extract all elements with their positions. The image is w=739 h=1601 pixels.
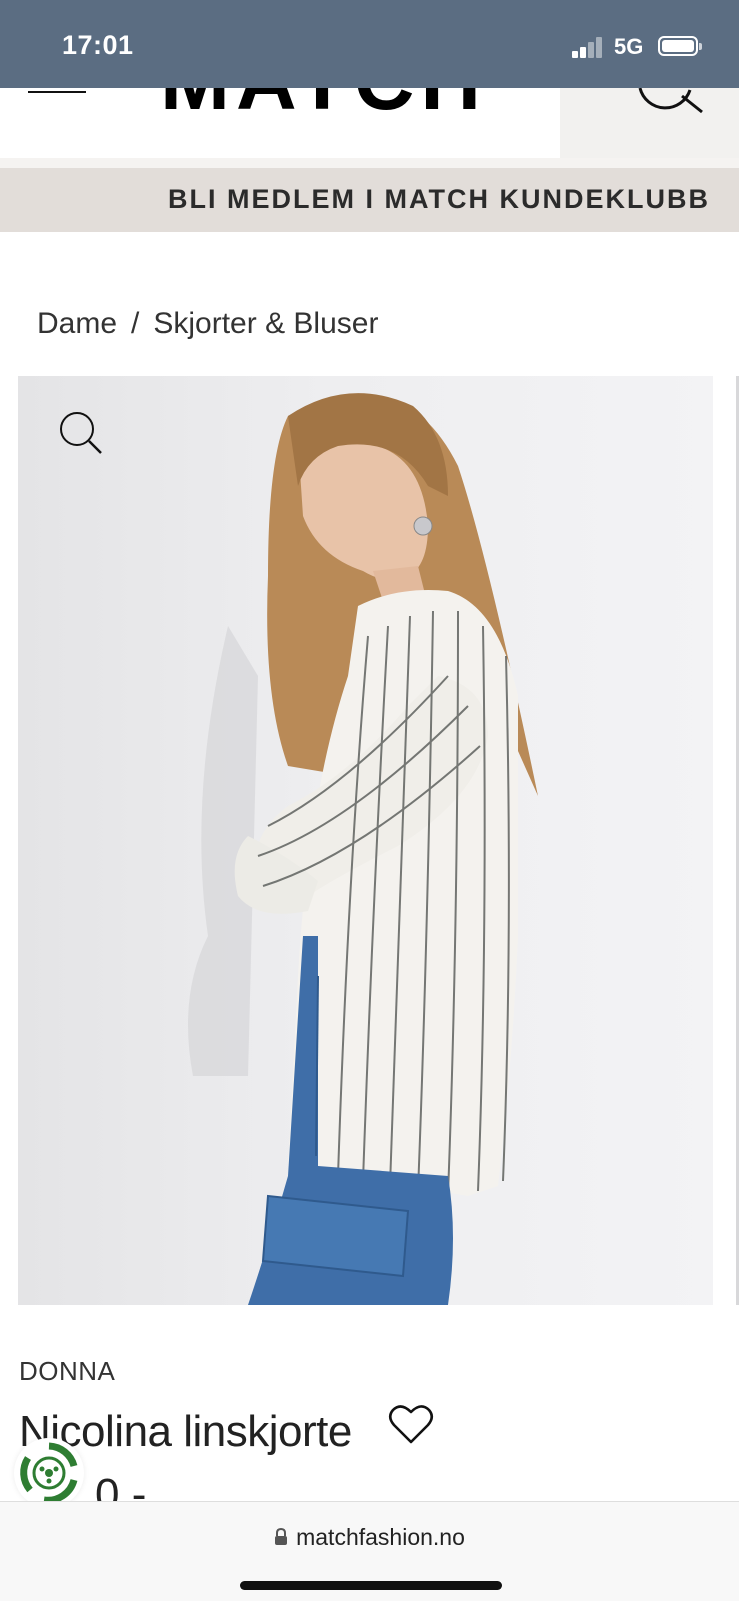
promo-text: BLI MEDLEM I MATCH KUNDEKLUBB: [168, 184, 710, 214]
breadcrumb-item-skjorter-bluser[interactable]: Skjorter & Bluser: [153, 307, 378, 340]
lock-icon: [274, 1525, 288, 1552]
site-header: MATCH: [0, 88, 739, 162]
header-divider: [0, 158, 739, 168]
status-time: 17:01: [62, 30, 134, 60]
product-image[interactable]: [18, 376, 713, 1305]
heart-icon[interactable]: [388, 1402, 434, 1446]
signal-icon: [572, 36, 604, 58]
breadcrumb: Dame / Skjorter & Bluser: [37, 307, 378, 341]
product-brand[interactable]: DONNA: [19, 1356, 115, 1387]
url-text: matchfashion.no: [296, 1524, 465, 1550]
hamburger-menu-icon[interactable]: [28, 88, 88, 100]
logo[interactable]: MATCH: [160, 88, 487, 122]
battery-icon: [658, 36, 702, 56]
recycle-icon[interactable]: [14, 1438, 84, 1508]
promo-banner[interactable]: BLI MEDLEM I MATCH KUNDEKLUBB: [0, 168, 739, 232]
status-bar: 17:01 5G: [0, 0, 739, 88]
breadcrumb-separator: /: [131, 307, 140, 340]
product-price: 0,-: [95, 1470, 147, 1501]
price-clip: 0,-: [0, 1470, 739, 1501]
breadcrumb-item-dame[interactable]: Dame: [37, 307, 117, 340]
url-bar[interactable]: matchfashion.no: [0, 1524, 739, 1552]
network-type: 5G: [614, 34, 644, 59]
browser-bar: matchfashion.no: [0, 1501, 739, 1601]
product-photo: [188, 393, 538, 1305]
zoom-icon[interactable]: [58, 410, 104, 456]
home-indicator[interactable]: [240, 1581, 502, 1590]
search-icon[interactable]: [638, 88, 708, 116]
